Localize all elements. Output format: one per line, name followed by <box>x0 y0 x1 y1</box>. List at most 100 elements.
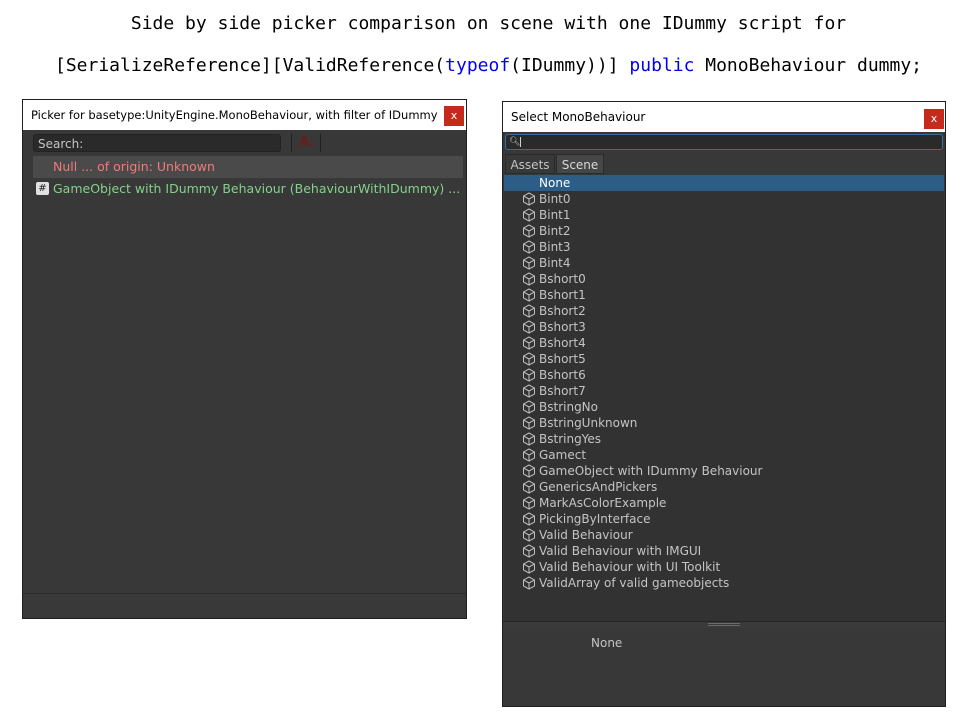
list-item-label: Bint0 <box>539 192 571 206</box>
list-item[interactable]: Bshort3 <box>504 319 944 335</box>
text-caret <box>520 137 521 147</box>
list-item[interactable]: ValidArray of valid gameobjects <box>504 575 944 591</box>
list-item[interactable]: Bint2 <box>504 223 944 239</box>
gameobject-cube-icon <box>522 448 536 462</box>
list-item-label: Bshort4 <box>539 336 586 350</box>
toolbar-divider <box>291 134 292 152</box>
list-item[interactable]: Valid Behaviour with IMGUI <box>504 543 944 559</box>
gameobject-cube-icon <box>522 336 536 350</box>
list-item[interactable]: BstringYes <box>504 431 944 447</box>
match-case-toggle[interactable]: A: <box>299 135 315 150</box>
list-item-label: Bshort1 <box>539 288 586 302</box>
caption-keyword-public: public <box>629 55 695 76</box>
preview-splitter[interactable] <box>503 621 945 628</box>
caption-keyword-typeof: typeof <box>445 55 511 76</box>
search-input[interactable]: Search: <box>33 134 281 152</box>
close-button[interactable]: x <box>924 109 944 129</box>
list-item[interactable]: Bint4 <box>504 255 944 271</box>
list-item[interactable]: Bshort2 <box>504 303 944 319</box>
gameobject-cube-icon <box>522 240 536 254</box>
tab-scene[interactable]: Scene <box>556 154 604 174</box>
list-item[interactable]: GenericsAndPickers <box>504 479 944 495</box>
list-item-label: Valid Behaviour <box>539 528 633 542</box>
gameobject-cube-icon <box>522 544 536 558</box>
gameobject-cube-icon <box>522 272 536 286</box>
custom-picker-window: Picker for basetype:UnityEngine.MonoBeha… <box>22 99 467 619</box>
preview-pane: None <box>503 628 945 706</box>
preview-label: None <box>591 636 623 650</box>
search-input[interactable]: 🔍︎ <box>505 134 943 150</box>
gameobject-cube-icon <box>522 576 536 590</box>
list-item-label: GameObject with IDummy Behaviour (Behavi… <box>53 181 463 196</box>
list-item-label: Null ... of origin: Unknown <box>53 159 215 174</box>
list-item-label: PickingByInterface <box>539 512 651 526</box>
tab-bar: Assets Scene <box>503 154 945 174</box>
script-hash-icon: # <box>36 182 49 195</box>
caption-code-part: MonoBehaviour dummy; <box>694 55 922 76</box>
list-item-label: Bint3 <box>539 240 571 254</box>
list-item[interactable]: Bint1 <box>504 207 944 223</box>
gameobject-cube-icon <box>522 368 536 382</box>
caption-code-part: [SerializeReference][ValidReference( <box>55 55 446 76</box>
list-item-label: Valid Behaviour with IMGUI <box>539 544 702 558</box>
list-item[interactable]: Bint0 <box>504 191 944 207</box>
toolbar-divider <box>320 134 321 152</box>
gameobject-cube-icon <box>522 352 536 366</box>
list-item-label: Bshort0 <box>539 272 586 286</box>
object-list[interactable]: None Bint0 Bint1 Bint2 Bint3 Bint4 Bshort0 Bsho… <box>504 175 944 621</box>
list-item[interactable]: Bshort0 <box>504 271 944 287</box>
gameobject-cube-icon <box>522 384 536 398</box>
list-item-label: Bshort2 <box>539 304 586 318</box>
gameobject-cube-icon <box>522 192 536 206</box>
splitter-grip-icon[interactable] <box>708 623 740 626</box>
list-item[interactable]: Bshort6 <box>504 367 944 383</box>
list-item-label: Bshort5 <box>539 352 586 366</box>
gameobject-cube-icon <box>522 288 536 302</box>
list-item-label: ValidArray of valid gameobjects <box>539 576 730 590</box>
custom-picker-title: Picker for basetype:UnityEngine.MonoBeha… <box>31 108 438 122</box>
gameobject-cube-icon <box>522 480 536 494</box>
gameobject-cube-icon <box>522 432 536 446</box>
list-item[interactable]: Bshort7 <box>504 383 944 399</box>
list-item[interactable]: PickingByInterface <box>504 511 944 527</box>
list-item[interactable]: Gamect <box>504 447 944 463</box>
gameobject-cube-icon <box>522 304 536 318</box>
list-item-label: GameObject with IDummy Behaviour <box>539 464 763 478</box>
list-item[interactable]: BstringUnknown <box>504 415 944 431</box>
caption-line-1: Side by side picker comparison on scene … <box>130 13 847 34</box>
gameobject-cube-icon <box>522 528 536 542</box>
tab-assets[interactable]: Assets <box>505 154 555 174</box>
list-item-match[interactable]: # GameObject with IDummy Behaviour (Beha… <box>33 178 463 200</box>
list-item[interactable]: Bshort4 <box>504 335 944 351</box>
custom-picker-titlebar: Picker for basetype:UnityEngine.MonoBeha… <box>23 100 466 130</box>
list-item[interactable]: Bshort1 <box>504 287 944 303</box>
gameobject-cube-icon <box>522 416 536 430</box>
object-picker-title: Select MonoBehaviour <box>511 110 646 124</box>
status-bar <box>23 593 466 618</box>
list-item-label: MarkAsColorExample <box>539 496 667 510</box>
list-item-label: BstringNo <box>539 400 598 414</box>
unity-object-picker-window: Select MonoBehaviour x 🔍︎ Assets Scene N… <box>502 101 946 707</box>
caption-line-2: [SerializeReference][ValidReference(type… <box>0 55 977 76</box>
list-item[interactable]: Bshort5 <box>504 351 944 367</box>
list-item[interactable]: Bint3 <box>504 239 944 255</box>
close-button[interactable]: x <box>444 106 464 126</box>
search-icon: 🔍︎ <box>509 137 521 147</box>
list-item-null[interactable]: Null ... of origin: Unknown <box>33 156 463 178</box>
list-item-label: BstringYes <box>539 432 602 446</box>
list-item-label: Bshort7 <box>539 384 586 398</box>
list-item-label: Bint4 <box>539 256 571 270</box>
list-item-label: BstringUnknown <box>539 416 638 430</box>
list-item[interactable]: Valid Behaviour with UI Toolkit <box>504 559 944 575</box>
gameobject-cube-icon <box>522 496 536 510</box>
list-item[interactable]: None <box>504 175 944 191</box>
gameobject-cube-icon <box>522 560 536 574</box>
gameobject-cube-icon <box>522 512 536 526</box>
list-item[interactable]: Valid Behaviour <box>504 527 944 543</box>
list-item-label: Bint1 <box>539 208 571 222</box>
list-item[interactable]: MarkAsColorExample <box>504 495 944 511</box>
list-item-label: GenericsAndPickers <box>539 480 658 494</box>
list-item[interactable]: GameObject with IDummy Behaviour <box>504 463 944 479</box>
gameobject-cube-icon <box>522 400 536 414</box>
list-item[interactable]: BstringNo <box>504 399 944 415</box>
